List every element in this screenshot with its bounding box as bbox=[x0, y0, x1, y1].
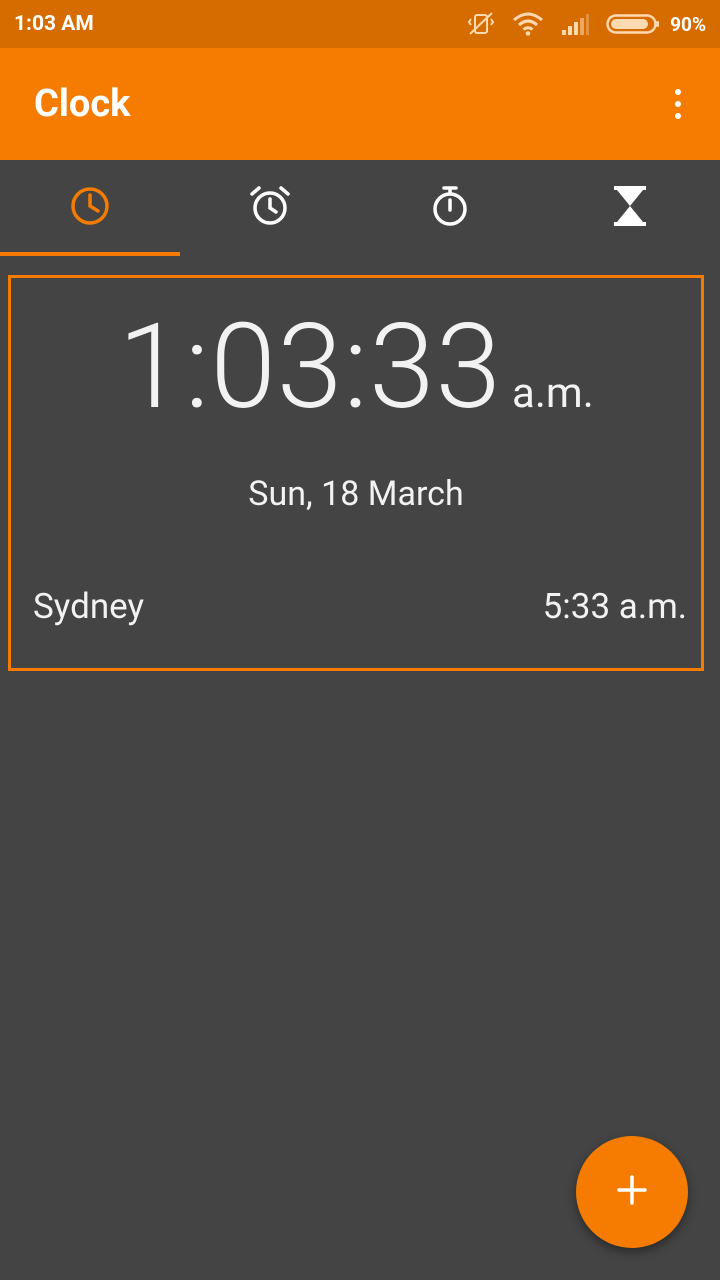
battery-icon bbox=[606, 12, 660, 36]
tab-stopwatch[interactable] bbox=[360, 160, 540, 256]
add-city-button[interactable] bbox=[576, 1136, 688, 1248]
app-bar: Clock bbox=[0, 48, 720, 160]
stopwatch-icon bbox=[430, 184, 470, 232]
more-options-button[interactable] bbox=[666, 80, 690, 128]
status-bar: 1:03 AM 90% bbox=[0, 0, 720, 48]
main-time-row: 1:03:33 a.m. bbox=[11, 308, 701, 426]
signal-icon bbox=[560, 12, 590, 36]
status-icons: 90% bbox=[450, 11, 706, 37]
world-clock-time: 5:33 a.m. bbox=[542, 586, 687, 627]
world-clock-city: Sydney bbox=[33, 586, 145, 627]
current-time: 1:03:33 bbox=[118, 298, 502, 436]
status-time: 1:03 AM bbox=[14, 12, 94, 36]
battery-percent: 90% bbox=[670, 12, 706, 36]
tab-timer[interactable] bbox=[540, 160, 720, 256]
app-title: Clock bbox=[34, 82, 131, 126]
world-clock-row[interactable]: Sydney 5:33 a.m. bbox=[33, 586, 687, 627]
clock-card[interactable]: 1:03:33 a.m. Sun, 18 March Sydney 5:33 a.… bbox=[8, 275, 704, 671]
wifi-icon bbox=[512, 11, 544, 37]
tab-indicator bbox=[0, 252, 180, 256]
vibrate-off-icon bbox=[466, 11, 496, 37]
tab-bar bbox=[0, 160, 720, 256]
clock-icon bbox=[69, 185, 111, 231]
current-ampm: a.m. bbox=[512, 369, 594, 418]
tab-clock[interactable] bbox=[0, 160, 180, 256]
alarm-icon bbox=[248, 184, 292, 232]
tab-alarm[interactable] bbox=[180, 160, 360, 256]
current-date: Sun, 18 March bbox=[248, 474, 464, 514]
more-vert-icon bbox=[675, 89, 681, 95]
hourglass-icon bbox=[612, 185, 648, 231]
add-icon bbox=[614, 1172, 650, 1212]
